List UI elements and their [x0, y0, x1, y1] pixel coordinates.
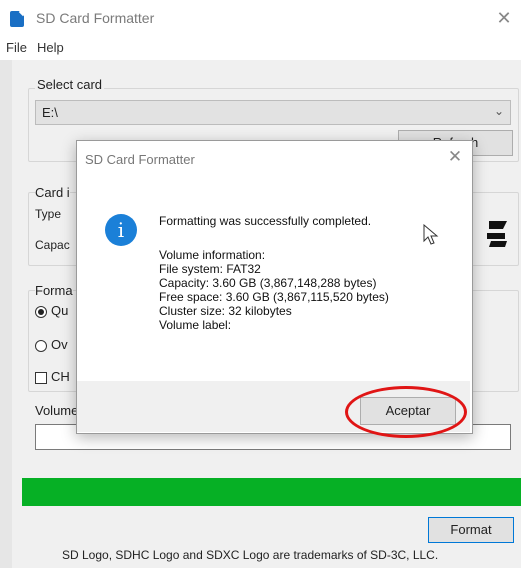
- type-label: Type: [35, 207, 62, 221]
- dialog-title: SD Card Formatter: [85, 152, 195, 167]
- format-option-label: Forma: [35, 283, 73, 298]
- progress-bar-fill: [22, 478, 521, 506]
- quick-format-label: Qu: [51, 303, 69, 318]
- sd-card-app-icon: [10, 11, 24, 27]
- sd-logo-icon: [487, 221, 507, 247]
- capacity-info: Capacity: 3.60 GB (3,867,148,288 bytes): [159, 276, 377, 290]
- close-icon[interactable]: ✕: [494, 8, 514, 28]
- file-system-info: File system: FAT32: [159, 262, 261, 276]
- selected-card-value: E:\: [42, 105, 58, 120]
- menu-file[interactable]: File: [6, 40, 27, 55]
- quick-format-radio[interactable]: [35, 306, 47, 318]
- capacity-label: Capac: [35, 238, 70, 252]
- dialog-message: Formatting was successfully completed.: [159, 214, 372, 228]
- overwrite-format-radio[interactable]: [35, 340, 47, 352]
- card-select-dropdown[interactable]: E:\ ⌄: [35, 100, 511, 125]
- menu-help[interactable]: Help: [37, 40, 64, 55]
- mouse-cursor-icon: [423, 224, 439, 245]
- window-title: SD Card Formatter: [36, 10, 155, 26]
- volume-information-heading: Volume information:: [159, 248, 266, 262]
- info-icon: i: [105, 214, 137, 246]
- volume-label-info: Volume label:: [159, 318, 232, 332]
- dialog-close-icon[interactable]: ✕: [445, 147, 465, 167]
- window-left-edge: [0, 60, 12, 568]
- overwrite-format-label: Ov: [51, 337, 68, 352]
- chs-format-checkbox[interactable]: [35, 372, 47, 384]
- select-card-label: Select card: [35, 77, 105, 92]
- cluster-size-info: Cluster size: 32 kilobytes: [159, 304, 292, 318]
- chs-format-label: CH: [51, 369, 70, 384]
- highlight-annotation: [345, 386, 467, 438]
- card-info-label: Card i: [35, 185, 70, 200]
- volume-label-caption: Volume: [35, 403, 79, 418]
- progress-bar: [22, 478, 521, 506]
- menu-bar: [0, 36, 521, 60]
- format-button[interactable]: Format: [428, 517, 514, 543]
- chevron-down-icon: ⌄: [493, 104, 504, 118]
- trademark-footer: SD Logo, SDHC Logo and SDXC Logo are tra…: [62, 548, 439, 562]
- free-space-info: Free space: 3.60 GB (3,867,115,520 bytes…: [159, 290, 389, 304]
- title-bar: SD Card Formatter ✕: [0, 0, 521, 36]
